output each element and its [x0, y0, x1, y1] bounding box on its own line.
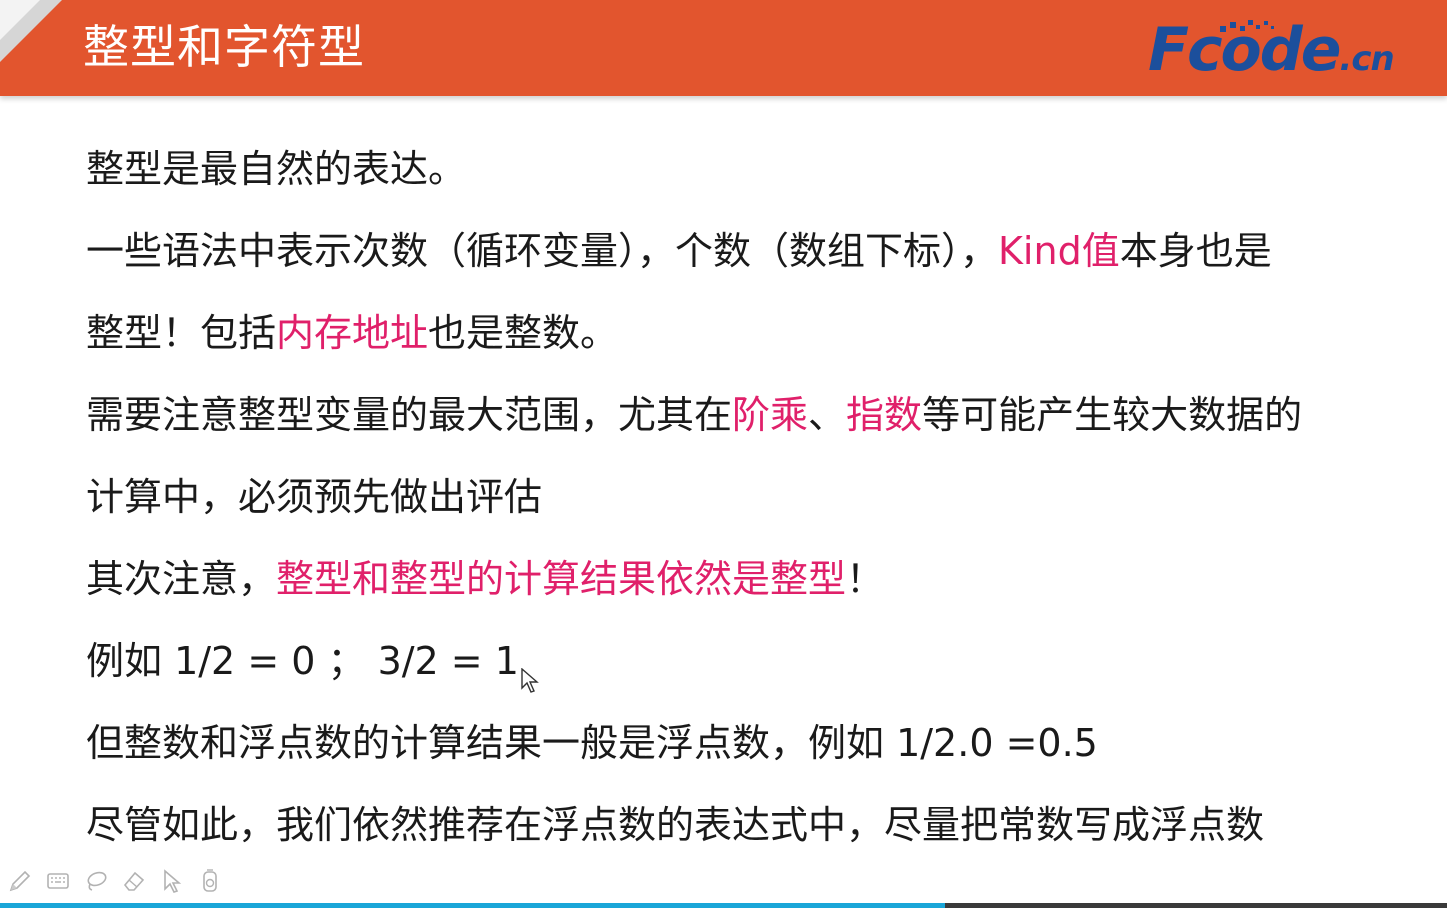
- slide-title: 整型和字符型: [83, 20, 365, 74]
- body-text: 计算中，必须预先做出评估: [86, 475, 543, 519]
- slide-text-line: 其次注意，整型和整型的计算结果依然是整型！: [86, 538, 1416, 620]
- camera-icon[interactable]: [196, 867, 224, 895]
- body-text: ！: [846, 557, 885, 601]
- highlighted-text: Kind值: [998, 229, 1120, 273]
- highlighted-text: 阶乘: [732, 393, 809, 437]
- logo-wordmark: Fcode.cn: [1148, 20, 1395, 95]
- body-text: 需要注意整型变量的最大范围，尤其在: [86, 393, 733, 437]
- body-text: 、: [808, 393, 847, 437]
- highlighted-text: 内存地址: [276, 311, 429, 355]
- body-text: 例如 1/2 = 0 ； 3/2 = 1: [86, 639, 519, 683]
- slide-text-line: 整型！包括内存地址也是整数。: [86, 292, 1416, 374]
- logo-brand: Fcode: [1148, 15, 1341, 85]
- body-text: 等可能产生较大数据的: [922, 393, 1303, 437]
- mouse-cursor-icon: [521, 668, 539, 693]
- pointer-icon[interactable]: [158, 867, 186, 895]
- body-text: 本身也是: [1119, 229, 1272, 273]
- corner-fold-highlight: [0, 0, 40, 40]
- eraser-icon[interactable]: [120, 867, 148, 895]
- keyboard-icon[interactable]: [44, 867, 72, 895]
- slide-text-line: 需要注意整型变量的最大范围，尤其在阶乘、指数等可能产生较大数据的: [86, 374, 1416, 456]
- slide-text-line: 尽管如此，我们依然推荐在浮点数的表达式中，尽量把常数写成浮点数: [86, 784, 1416, 866]
- annotation-toolbar: [6, 864, 224, 898]
- slide-text-line: 计算中，必须预先做出评估: [86, 456, 1416, 538]
- highlighted-text: 整型和整型的计算结果依然是整型: [276, 557, 847, 601]
- logo-tld: .cn: [1339, 39, 1394, 79]
- lasso-icon[interactable]: [82, 867, 110, 895]
- body-text: 但整数和浮点数的计算结果一般是浮点数，例如 1/2.0 =0.5: [86, 721, 1098, 765]
- body-text: 其次注意，: [86, 557, 277, 601]
- body-text: 也是整数。: [428, 311, 619, 355]
- progress-bar-remainder: [945, 903, 1447, 908]
- slide-text-line: 一些语法中表示次数（循环变量），个数（数组下标），Kind值本身也是: [86, 210, 1416, 292]
- slide-body: 整型是最自然的表达。一些语法中表示次数（循环变量），个数（数组下标），Kind值…: [86, 128, 1416, 866]
- fcode-logo: Fcode.cn: [1148, 14, 1440, 86]
- slide-header: 整型和字符型 Fcode.cn: [0, 0, 1447, 96]
- highlighted-text: 指数: [846, 393, 923, 437]
- body-text: 整型是最自然的表达。: [86, 147, 467, 191]
- body-text: 一些语法中表示次数（循环变量），个数（数组下标），: [86, 229, 999, 273]
- slide-text-line: 但整数和浮点数的计算结果一般是浮点数，例如 1/2.0 =0.5: [86, 702, 1416, 784]
- pen-icon[interactable]: [6, 867, 34, 895]
- slide-text-line: 整型是最自然的表达。: [86, 128, 1416, 210]
- body-text: 尽管如此，我们依然推荐在浮点数的表达式中，尽量把常数写成浮点数: [86, 803, 1265, 847]
- slide-text-line: 例如 1/2 = 0 ； 3/2 = 1: [86, 620, 1416, 702]
- body-text: 整型！包括: [86, 311, 277, 355]
